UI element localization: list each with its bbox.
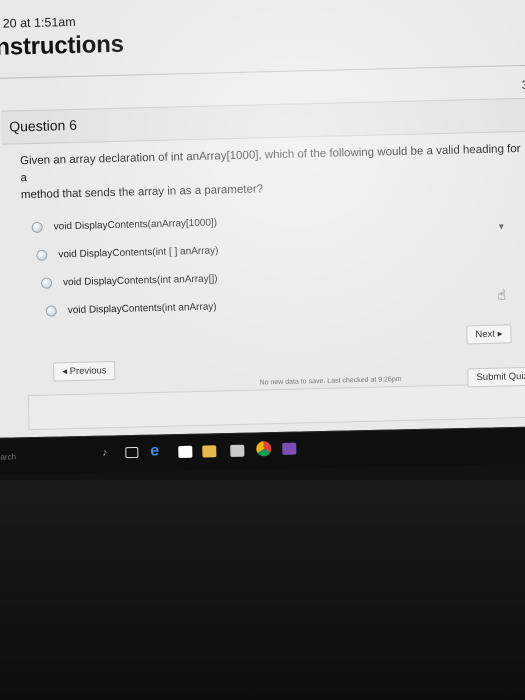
microphone-icon[interactable]: ♪ — [102, 448, 107, 459]
visual-studio-icon[interactable] — [282, 442, 297, 455]
chrome-icon[interactable] — [256, 441, 272, 457]
radio-button[interactable] — [36, 249, 48, 261]
edge-icon[interactable]: e — [150, 442, 159, 460]
monitor-bezel — [0, 480, 525, 700]
radio-button[interactable] — [45, 305, 57, 317]
answer-option-3[interactable]: void DisplayContents(int anArray[]) — [40, 273, 218, 289]
submit-quiz-button[interactable]: Submit Quiz — [467, 366, 525, 388]
answer-label: void DisplayContents(int anArray[]) — [62, 273, 218, 289]
question-text: Given an array declaration of int anArra… — [20, 141, 525, 204]
due-timestamp: 20 at 1:51am — [2, 14, 76, 31]
answer-label: void DisplayContents(int anArray) — [67, 301, 217, 317]
chevron-down-icon: ▾ — [498, 221, 505, 233]
answer-label: void DisplayContents(int [ ] anArray) — [58, 245, 219, 261]
radio-button[interactable] — [40, 277, 53, 289]
save-status: No new data to save. Last checked at 9:2… — [259, 376, 402, 387]
divider — [0, 64, 525, 79]
submit-panel — [27, 382, 525, 431]
hand-cursor-icon: ☝ — [497, 286, 507, 303]
task-view-icon[interactable] — [125, 446, 139, 459]
answer-label: void DisplayContents(anArray[1000]) — [53, 217, 218, 233]
app-icon[interactable] — [230, 444, 245, 457]
answer-option-2[interactable]: void DisplayContents(int [ ] anArray) — [36, 245, 219, 261]
question-points: 3 p — [521, 77, 525, 92]
radio-button[interactable] — [31, 221, 43, 233]
answer-option-1[interactable]: void DisplayContents(anArray[1000]) — [31, 217, 218, 233]
previous-button[interactable]: ◂ Previous — [53, 360, 116, 382]
store-icon[interactable] — [178, 445, 193, 459]
search-box[interactable]: arch — [0, 452, 16, 461]
question-title: Question 6 — [9, 116, 78, 135]
page-title: nstructions — [0, 30, 125, 61]
answer-option-4[interactable]: void DisplayContents(int anArray) — [45, 301, 217, 317]
question-header: Question 6 — [0, 97, 525, 145]
browser-screen: 20 at 1:51am nstructions 3 p Question 6 … — [0, 0, 525, 442]
next-button[interactable]: Next ▸ — [466, 324, 512, 345]
file-explorer-icon[interactable] — [202, 445, 217, 458]
